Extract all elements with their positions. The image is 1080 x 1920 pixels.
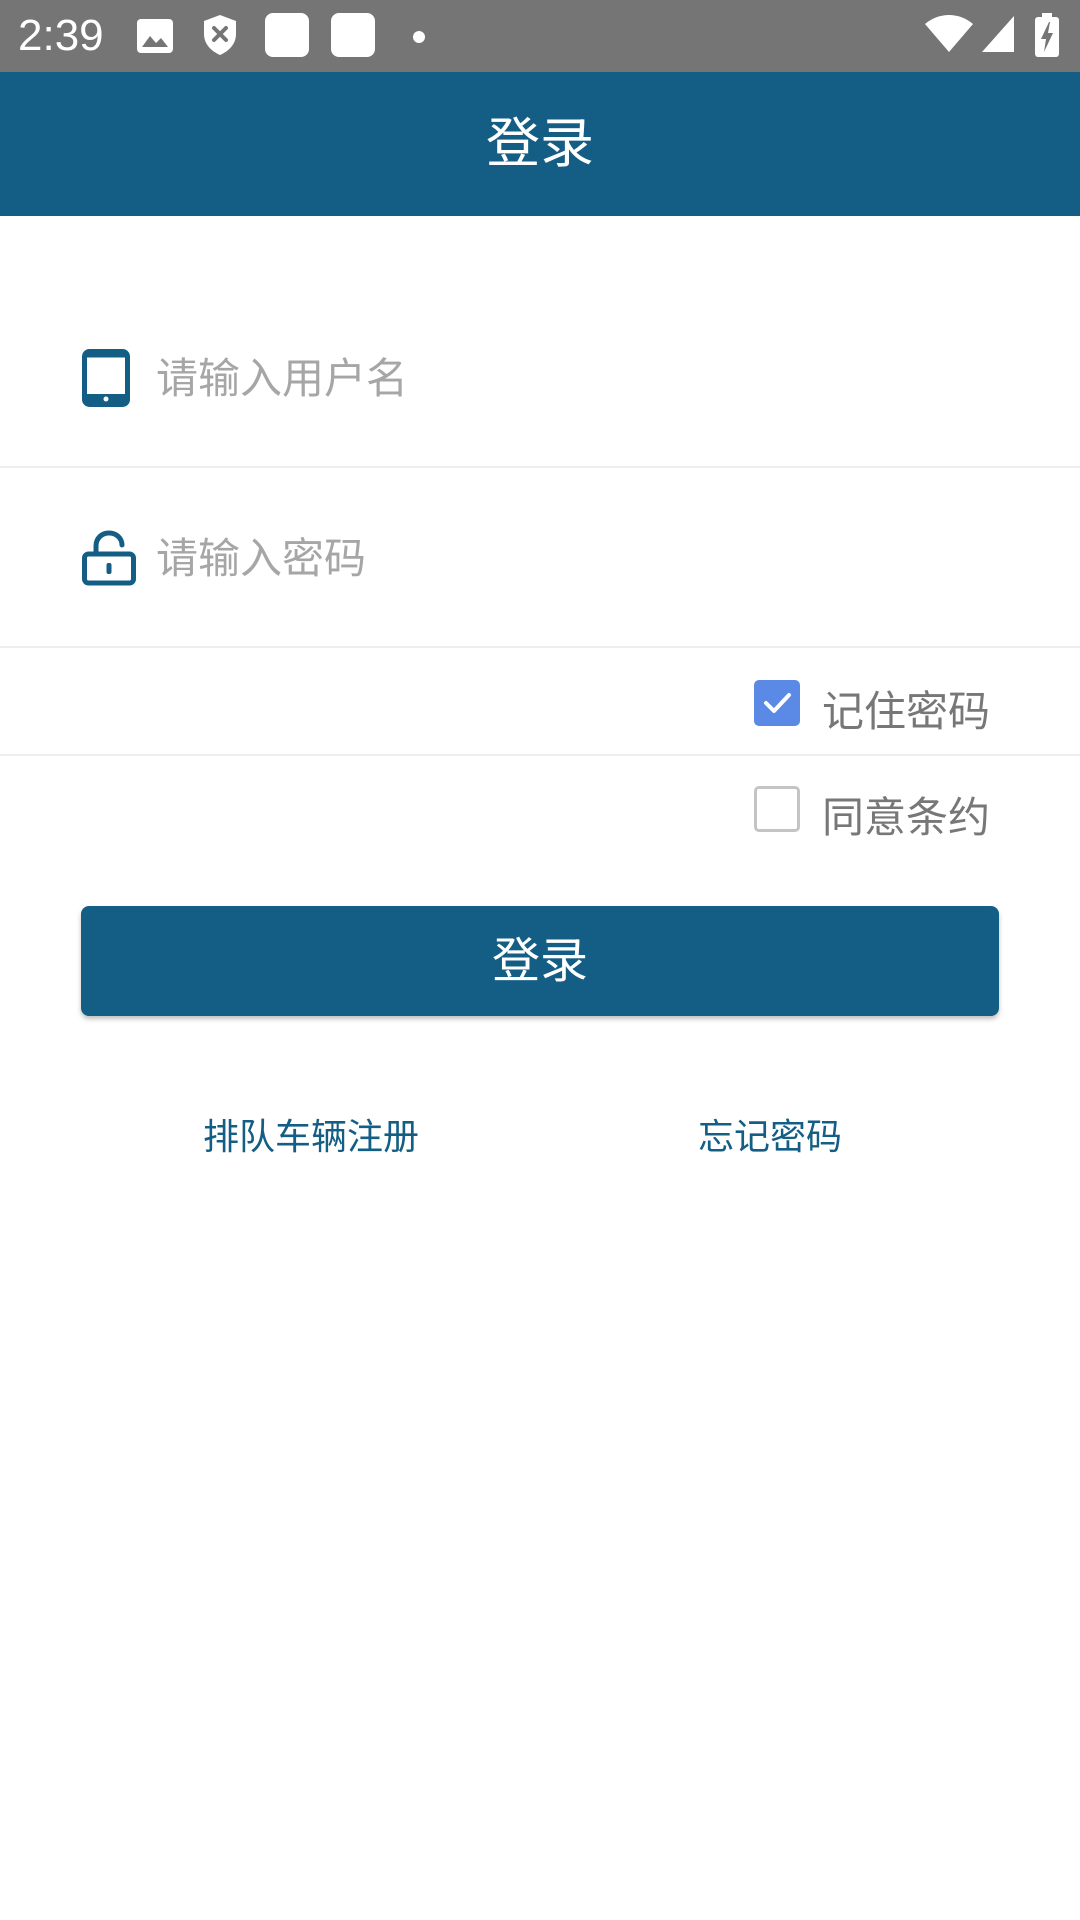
- battery-charging-icon: [1034, 12, 1060, 62]
- wifi-icon: [924, 14, 974, 58]
- page-title: 登录: [486, 112, 594, 175]
- username-row: [0, 290, 1080, 468]
- app-bar: 登录: [0, 72, 1080, 216]
- check-icon: [764, 693, 791, 713]
- status-bar: 2:39: [0, 0, 1080, 72]
- agree-row: 同意条约: [0, 758, 1080, 864]
- password-input[interactable]: [156, 470, 1036, 646]
- unlock-icon: [82, 530, 136, 590]
- remember-checkbox[interactable]: [754, 680, 800, 726]
- remember-label[interactable]: 记住密码: [822, 678, 990, 739]
- app-square-icon: [330, 12, 376, 62]
- phone-icon: [82, 349, 130, 411]
- username-input[interactable]: [156, 290, 1036, 466]
- remember-row: 记住密码: [0, 650, 1080, 756]
- app-square-icon: [264, 12, 310, 62]
- shield-x-icon: [202, 14, 238, 60]
- signal-icon: [980, 14, 1016, 58]
- login-button[interactable]: 登录: [81, 906, 999, 1016]
- agree-label[interactable]: 同意条约: [822, 784, 990, 845]
- password-row: [0, 470, 1080, 648]
- register-vehicle-link[interactable]: 排队车辆注册: [203, 1108, 419, 1160]
- status-time: 2:39: [18, 11, 104, 60]
- image-icon: [136, 18, 174, 58]
- forgot-password-link[interactable]: 忘记密码: [698, 1108, 842, 1160]
- agree-checkbox[interactable]: [754, 786, 800, 832]
- dot-icon: [412, 29, 426, 48]
